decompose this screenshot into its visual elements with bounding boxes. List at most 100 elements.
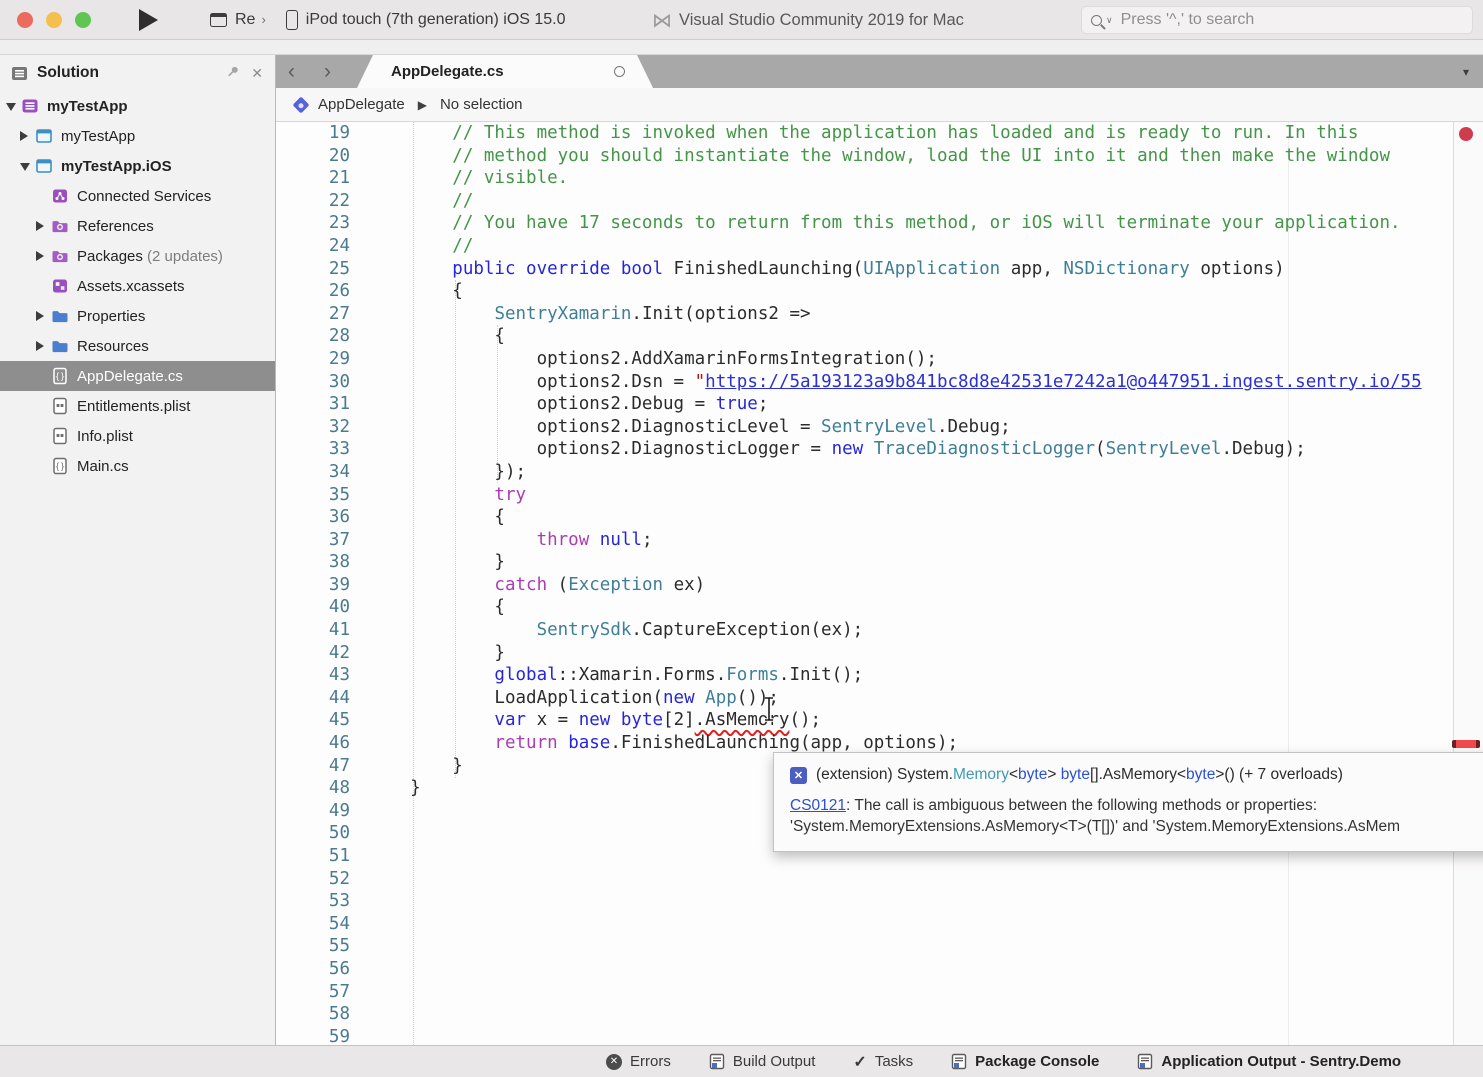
line-number[interactable]: 40 [276,596,350,619]
code-line-34[interactable]: 34 }); [276,461,1483,484]
code-line-23[interactable]: 23 // You have 17 seconds to return from… [276,212,1483,235]
statusbar-item-build-output[interactable]: Build Output [709,1053,816,1070]
minimize-window-button[interactable] [46,12,62,28]
sidebar-item-references[interactable]: References [0,211,275,241]
navigate-back-button[interactable]: ‹ [288,55,295,88]
line-number[interactable]: 49 [276,800,350,823]
error-code-link[interactable]: CS0121 [790,797,846,814]
search-input[interactable] [1121,11,1421,29]
line-number[interactable]: 43 [276,664,350,687]
line-number[interactable]: 26 [276,280,350,303]
line-number[interactable]: 28 [276,325,350,348]
code-line-29[interactable]: 29 options2.AddXamarinFormsIntegration()… [276,348,1483,371]
code-line-24[interactable]: 24 // [276,235,1483,258]
expander-down-icon[interactable] [6,98,20,115]
code-line-57[interactable]: 57 [276,981,1483,1004]
sidebar-item-connected-services[interactable]: Connected Services [0,181,275,211]
code-line-27[interactable]: 27 SentryXamarin.Init(options2 => [276,303,1483,326]
code-line-22[interactable]: 22 // [276,190,1483,213]
code-line-26[interactable]: 26 { [276,280,1483,303]
code-line-28[interactable]: 28 { [276,325,1483,348]
line-number[interactable]: 31 [276,393,350,416]
expander-right-icon[interactable] [36,248,50,265]
line-number[interactable]: 25 [276,258,350,281]
line-number[interactable]: 36 [276,506,350,529]
sidebar-item-mytestapp-ios[interactable]: myTestApp.iOS [0,151,275,181]
line-number[interactable]: 34 [276,461,350,484]
expander-right-icon[interactable] [36,308,50,325]
configuration-selector[interactable]: Re › [210,11,266,29]
line-number[interactable]: 39 [276,574,350,597]
statusbar-item-tasks[interactable]: ✓Tasks [853,1052,913,1072]
code-line-42[interactable]: 42 } [276,642,1483,665]
line-number[interactable]: 19 [276,122,350,145]
line-number[interactable]: 35 [276,484,350,507]
line-number[interactable]: 22 [276,190,350,213]
code-line-33[interactable]: 33 options2.DiagnosticLogger = new Trace… [276,438,1483,461]
tab-list-dropdown-icon[interactable]: ▾ [1463,55,1469,88]
line-number[interactable]: 23 [276,212,350,235]
line-number[interactable]: 44 [276,687,350,710]
pin-icon[interactable] [222,62,245,85]
line-number[interactable]: 21 [276,167,350,190]
code-line-58[interactable]: 58 [276,1003,1483,1026]
tab-appdelegate-cs[interactable]: AppDelegate.cs [357,55,653,88]
code-line-20[interactable]: 20 // method you should instantiate the … [276,145,1483,168]
line-number[interactable]: 45 [276,709,350,732]
line-number[interactable]: 20 [276,145,350,168]
line-number[interactable]: 53 [276,890,350,913]
line-number[interactable]: 58 [276,1003,350,1026]
sidebar-item-properties[interactable]: Properties [0,301,275,331]
expander-down-icon[interactable] [20,158,34,175]
expander-right-icon[interactable] [36,338,50,355]
sidebar-item-main-cs[interactable]: {}Main.cs [0,451,275,481]
line-number[interactable]: 41 [276,619,350,642]
sidebar-item-assets-xcassets[interactable]: Assets.xcassets [0,271,275,301]
sidebar-item-mytestapp[interactable]: myTestApp [0,121,275,151]
code-line-41[interactable]: 41 SentrySdk.CaptureException(ex); [276,619,1483,642]
breadcrumb-class[interactable]: AppDelegate [318,96,405,113]
line-number[interactable]: 32 [276,416,350,439]
statusbar-item-package-console[interactable]: Package Console [951,1053,1099,1070]
code-line-38[interactable]: 38 } [276,551,1483,574]
code-line-36[interactable]: 36 { [276,506,1483,529]
line-number[interactable]: 24 [276,235,350,258]
line-number[interactable]: 33 [276,438,350,461]
navigate-forward-button[interactable]: › [324,55,331,88]
line-number[interactable]: 42 [276,642,350,665]
line-number[interactable]: 38 [276,551,350,574]
code-line-21[interactable]: 21 // visible. [276,167,1483,190]
line-number[interactable]: 30 [276,371,350,394]
device-selector[interactable]: iPod touch (7th generation) iOS 15.0 [286,10,566,30]
run-button[interactable] [139,9,158,31]
breadcrumb-selection[interactable]: No selection [440,96,523,113]
search-box[interactable]: ∨ [1081,6,1473,34]
scrollbar[interactable] [1453,122,1483,1045]
code-line-35[interactable]: 35 try [276,484,1483,507]
code-line-54[interactable]: 54 [276,913,1483,936]
code-line-30[interactable]: 30 options2.Dsn = "https://5a193123a9b84… [276,371,1483,394]
code-line-25[interactable]: 25 public override bool FinishedLaunchin… [276,258,1483,281]
sidebar-item-info-plist[interactable]: Info.plist [0,421,275,451]
close-window-button[interactable] [17,12,33,28]
expander-right-icon[interactable] [36,218,50,235]
line-number[interactable]: 55 [276,935,350,958]
sidebar-item-resources[interactable]: Resources [0,331,275,361]
line-number[interactable]: 48 [276,777,350,800]
sidebar-item-mytestapp[interactable]: myTestApp [0,91,275,121]
sidebar-item-entitlements-plist[interactable]: Entitlements.plist [0,391,275,421]
statusbar-item-application-output-sentry-demo[interactable]: Application Output - Sentry.Demo [1137,1053,1401,1070]
line-number[interactable]: 29 [276,348,350,371]
code-line-39[interactable]: 39 catch (Exception ex) [276,574,1483,597]
code-line-53[interactable]: 53 [276,890,1483,913]
maximize-window-button[interactable] [75,12,91,28]
expander-right-icon[interactable] [20,128,34,145]
code-editor[interactable]: 19 // This method is invoked when the ap… [276,122,1483,1045]
code-line-44[interactable]: 44 LoadApplication(new App()); [276,687,1483,710]
code-line-45[interactable]: 45 var x = new byte[2].AsMemory(); [276,709,1483,732]
code-line-59[interactable]: 59 [276,1026,1483,1045]
sidebar-item-packages[interactable]: Packages (2 updates) [0,241,275,271]
line-number[interactable]: 50 [276,822,350,845]
code-line-40[interactable]: 40 { [276,596,1483,619]
line-number[interactable]: 37 [276,529,350,552]
